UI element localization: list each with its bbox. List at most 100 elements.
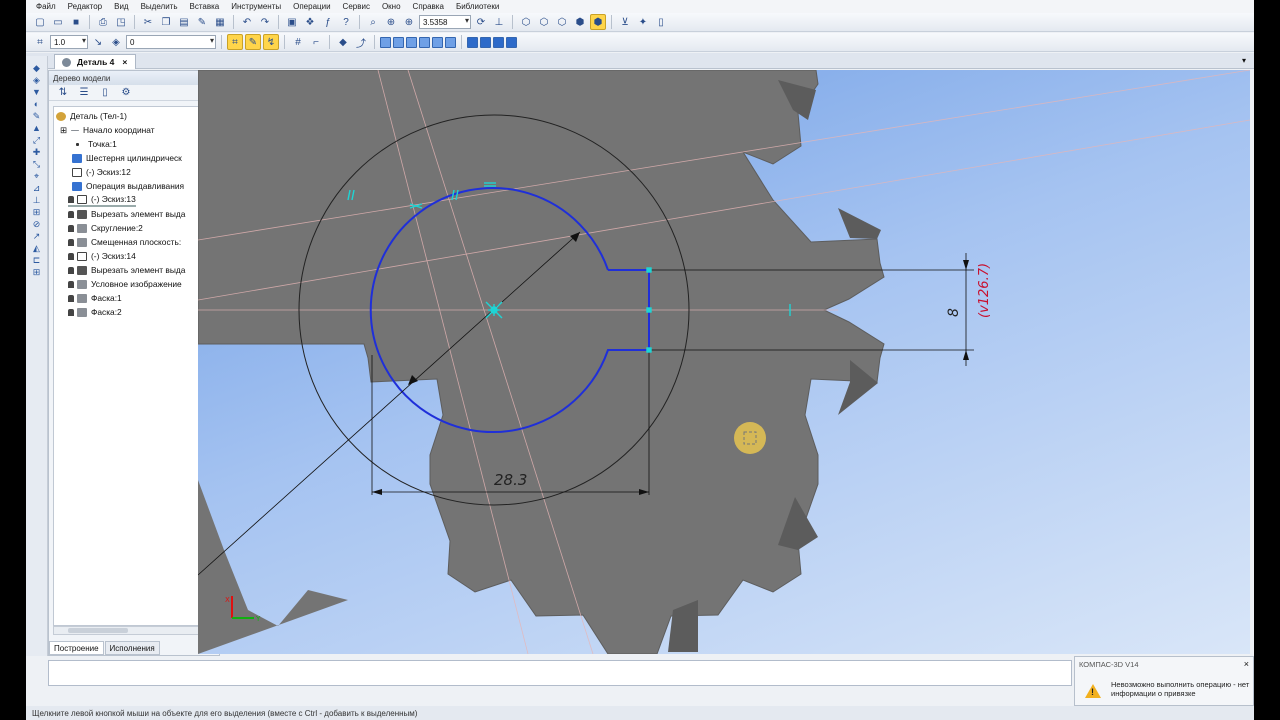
measure-icon[interactable]: ⤡ <box>31 160 42 169</box>
table-icon[interactable]: ▦ <box>212 14 228 30</box>
view-dimetric-icon[interactable] <box>480 36 491 48</box>
sheet-icon[interactable]: ▲ <box>31 124 42 133</box>
help-pointer-icon[interactable]: ? <box>338 14 354 30</box>
chevron-down-icon[interactable]: ▾ <box>1242 56 1246 65</box>
orientation-icon[interactable]: ⊥ <box>491 14 507 30</box>
assembly-icon[interactable]: ⊏ <box>31 256 42 265</box>
wireframe-icon[interactable]: ⬡ <box>518 14 534 30</box>
selection-icon[interactable]: ⌖ <box>31 172 42 181</box>
curves-icon[interactable]: ↗ <box>31 232 42 241</box>
tree-scrollbar[interactable] <box>53 626 218 635</box>
thin-lines-icon[interactable]: ⬡ <box>554 14 570 30</box>
tree-item-sketch-13[interactable]: (-) Эскиз:13 <box>68 193 136 207</box>
tab-detail-4[interactable]: Деталь 4 × <box>54 54 137 69</box>
manager-icon[interactable]: ▣ <box>284 14 300 30</box>
tree-item-point[interactable]: Точка:1 <box>76 137 117 151</box>
menu-insert[interactable]: Вставка <box>190 2 220 11</box>
open-file-icon[interactable]: ▭ <box>50 14 66 30</box>
tree-filter-icon[interactable]: ▯ <box>97 85 113 101</box>
layer-icon[interactable]: ◈ <box>108 34 124 50</box>
zoom-window-icon[interactable]: ⊕ <box>383 14 399 30</box>
libraries-icon[interactable]: ❖ <box>302 14 318 30</box>
step-combo[interactable]: 1.0 <box>50 35 88 49</box>
sketch-tool-icon[interactable]: ⊘ <box>31 220 42 229</box>
undo-icon[interactable]: ↶ <box>239 14 255 30</box>
menu-view[interactable]: Вид <box>114 2 128 11</box>
tree-item-origin[interactable]: ⊞ Начало координат <box>60 123 155 137</box>
view-back-icon[interactable] <box>393 36 404 48</box>
zoom-in-icon[interactable]: ⊕ <box>401 14 417 30</box>
tree-item-chamfer-2[interactable]: Фаска:2 <box>68 305 122 319</box>
plane-icon[interactable]: ◆ <box>335 34 351 50</box>
dim-key-text[interactable]: 8 <box>946 308 962 317</box>
filter-tool-icon[interactable]: ▼ <box>31 88 42 97</box>
variables-icon[interactable]: ƒ <box>320 14 336 30</box>
filter-icon[interactable]: ⊻ <box>617 14 633 30</box>
close-icon[interactable]: × <box>1244 659 1249 669</box>
window-icon[interactable]: ▯ <box>653 14 669 30</box>
step-cursor-icon[interactable]: ↘ <box>90 34 106 50</box>
constraints-icon[interactable]: ⊿ <box>31 184 42 193</box>
snap-icon[interactable]: ✦ <box>635 14 651 30</box>
step-icon[interactable]: ⌗ <box>32 34 48 50</box>
tree-item-part[interactable]: Деталь (Тел-1) <box>56 109 127 123</box>
gear-body[interactable] <box>198 70 885 654</box>
cut-icon[interactable]: ✂ <box>140 14 156 30</box>
edit-sketch-icon[interactable]: ✎ <box>245 34 261 50</box>
normal-view-icon[interactable]: ⤴ <box>353 34 369 50</box>
menu-operations[interactable]: Операции <box>293 2 330 11</box>
ortho-icon[interactable]: ⌐ <box>308 34 324 50</box>
tree-settings-icon[interactable]: ⚙ <box>118 85 134 101</box>
menu-edit[interactable]: Редактор <box>68 2 102 11</box>
geometry-icon[interactable]: ◆ <box>31 64 42 73</box>
viewport-canvas[interactable]: 28.3 8 (v126.7) X Y <box>198 70 1250 654</box>
dimensions-icon[interactable]: ⤢ <box>31 136 42 145</box>
menu-service[interactable]: Сервис <box>343 2 370 11</box>
preview-icon[interactable]: ◳ <box>113 14 129 30</box>
tree-item-fillet[interactable]: Скругление:2 <box>68 221 143 235</box>
tree-item-sketch-14[interactable]: (-) Эскиз:14 <box>68 249 136 263</box>
editing-icon[interactable]: ◈ <box>31 76 42 85</box>
save-icon[interactable]: ■ <box>68 14 84 30</box>
shaded-icon[interactable]: ⬢ <box>590 14 606 30</box>
tree-item-cut-1[interactable]: Вырезать элемент выда <box>68 207 185 221</box>
grid-icon[interactable]: # <box>290 34 306 50</box>
menu-select[interactable]: Выделить <box>141 2 178 11</box>
print-icon[interactable]: ⎙ <box>95 14 111 30</box>
tree-item-gear[interactable]: Шестерня цилиндрическ <box>72 151 182 165</box>
model-viewport[interactable]: 28.3 8 (v126.7) X Y <box>198 70 1250 654</box>
new-file-icon[interactable]: ▢ <box>32 14 48 30</box>
tree-structure-icon[interactable]: ☰ <box>76 85 92 101</box>
dim-tolerance-text[interactable]: (v126.7) <box>977 263 992 318</box>
scrollbar-thumb[interactable] <box>68 628 128 633</box>
tree-order-icon[interactable]: ⇅ <box>55 85 71 101</box>
zoom-icon[interactable]: ⌕ <box>365 14 381 30</box>
close-icon[interactable]: × <box>122 57 127 67</box>
tree-item-sketch-12[interactable]: (-) Эскиз:12 <box>72 165 131 179</box>
rotate-icon[interactable]: ⟳ <box>473 14 489 30</box>
menu-tools[interactable]: Инструменты <box>231 2 281 11</box>
surfaces-icon[interactable]: ◐ <box>31 100 42 109</box>
view-iso-icon[interactable] <box>467 36 478 48</box>
expand-icon[interactable]: ⊞ <box>60 125 67 135</box>
report-icon[interactable]: ⊞ <box>31 208 42 217</box>
view-right-icon[interactable] <box>445 36 456 48</box>
halftone-icon[interactable]: ⬢ <box>572 14 588 30</box>
menu-libraries[interactable]: Библиотеки <box>456 2 499 11</box>
paste-icon[interactable]: ▤ <box>176 14 192 30</box>
param-icon[interactable]: ⊞ <box>31 268 42 277</box>
parametric-icon[interactable]: ↯ <box>263 34 279 50</box>
menu-file[interactable]: Файл <box>36 2 56 11</box>
layer-combo[interactable]: 0 <box>126 35 216 49</box>
copy-icon[interactable]: ❐ <box>158 14 174 30</box>
view-trimetric-icon[interactable] <box>493 36 504 48</box>
tree-item-chamfer-1[interactable]: Фаска:1 <box>68 291 122 305</box>
sketch-mode-icon[interactable]: ⌗ <box>227 34 243 50</box>
zoom-combo[interactable]: 3.5358 <box>419 15 471 29</box>
tab-build[interactable]: Построение <box>49 641 104 655</box>
view-top-icon[interactable] <box>406 36 417 48</box>
arrays-icon[interactable]: ✎ <box>31 112 42 121</box>
tab-versions[interactable]: Исполнения <box>104 641 160 655</box>
tree-item-extrusion[interactable]: Операция выдавливания <box>72 179 184 193</box>
command-line[interactable] <box>48 660 1072 686</box>
